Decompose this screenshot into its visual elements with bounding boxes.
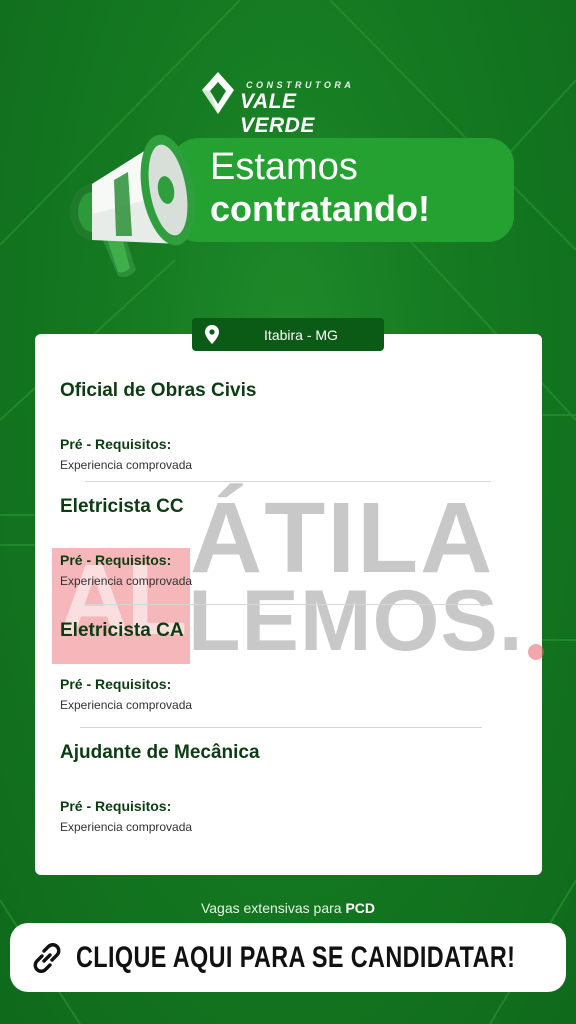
job-item: Eletricista CC Pré - Requisitos: Experie… [60,496,192,588]
divider [85,481,491,482]
job-item: Oficial de Obras Civis Pré - Requisitos:… [60,380,257,472]
job-requirements-label: Pré - Requisitos: [60,676,172,692]
job-requirements-label: Pré - Requisitos: [60,436,172,452]
job-requirements-value: Experiencia comprovada [60,458,193,472]
hero-title-line1: Estamos [210,146,358,188]
hero-title-line2: contratando! [210,188,430,229]
job-requirements-value: Experiencia comprovada [60,698,193,712]
job-title: Eletricista CC [60,496,184,517]
job-item: Ajudante de Mecânica Pré - Requisitos: E… [60,742,260,834]
divider [80,727,482,728]
apply-button[interactable]: CLIQUE AQUI PARA SE CANDIDATAR! [10,923,566,992]
divider [85,604,491,605]
brand-small-text: CONSTRUTORA [246,80,355,90]
watermark-line2: LEMOS. [188,573,524,669]
pcd-note-prefix: Vagas extensivas para [200,900,342,916]
job-requirements-label: Pré - Requisitos: [60,798,172,814]
job-requirements-label: Pré - Requisitos: [60,552,172,568]
apply-button-label: CLIQUE AQUI PARA SE CANDIDATAR! [76,941,516,974]
pcd-note: Vagas extensivas para PCD [0,900,576,916]
watermark-dot [528,644,544,660]
job-requirements-value: Experiencia comprovada [60,574,193,588]
brand-logo: CONSTRUTORA VALE VERDE [200,70,372,137]
logo-mark-icon [202,72,234,114]
megaphone-icon [70,134,196,278]
link-icon [33,943,61,973]
job-title: Ajudante de Mecânica [60,742,260,763]
location-text: Itabira - MG [264,327,338,343]
job-title: Oficial de Obras Civis [60,380,257,401]
job-requirements-value: Experiencia comprovada [60,820,193,834]
pcd-note-bold: PCD [345,900,376,916]
job-title: Eletricista CA [60,620,184,641]
job-item: Eletricista CA Pré - Requisitos: Experie… [60,620,192,712]
location-badge: Itabira - MG [192,318,384,351]
brand-name: VALE VERDE [240,90,315,137]
